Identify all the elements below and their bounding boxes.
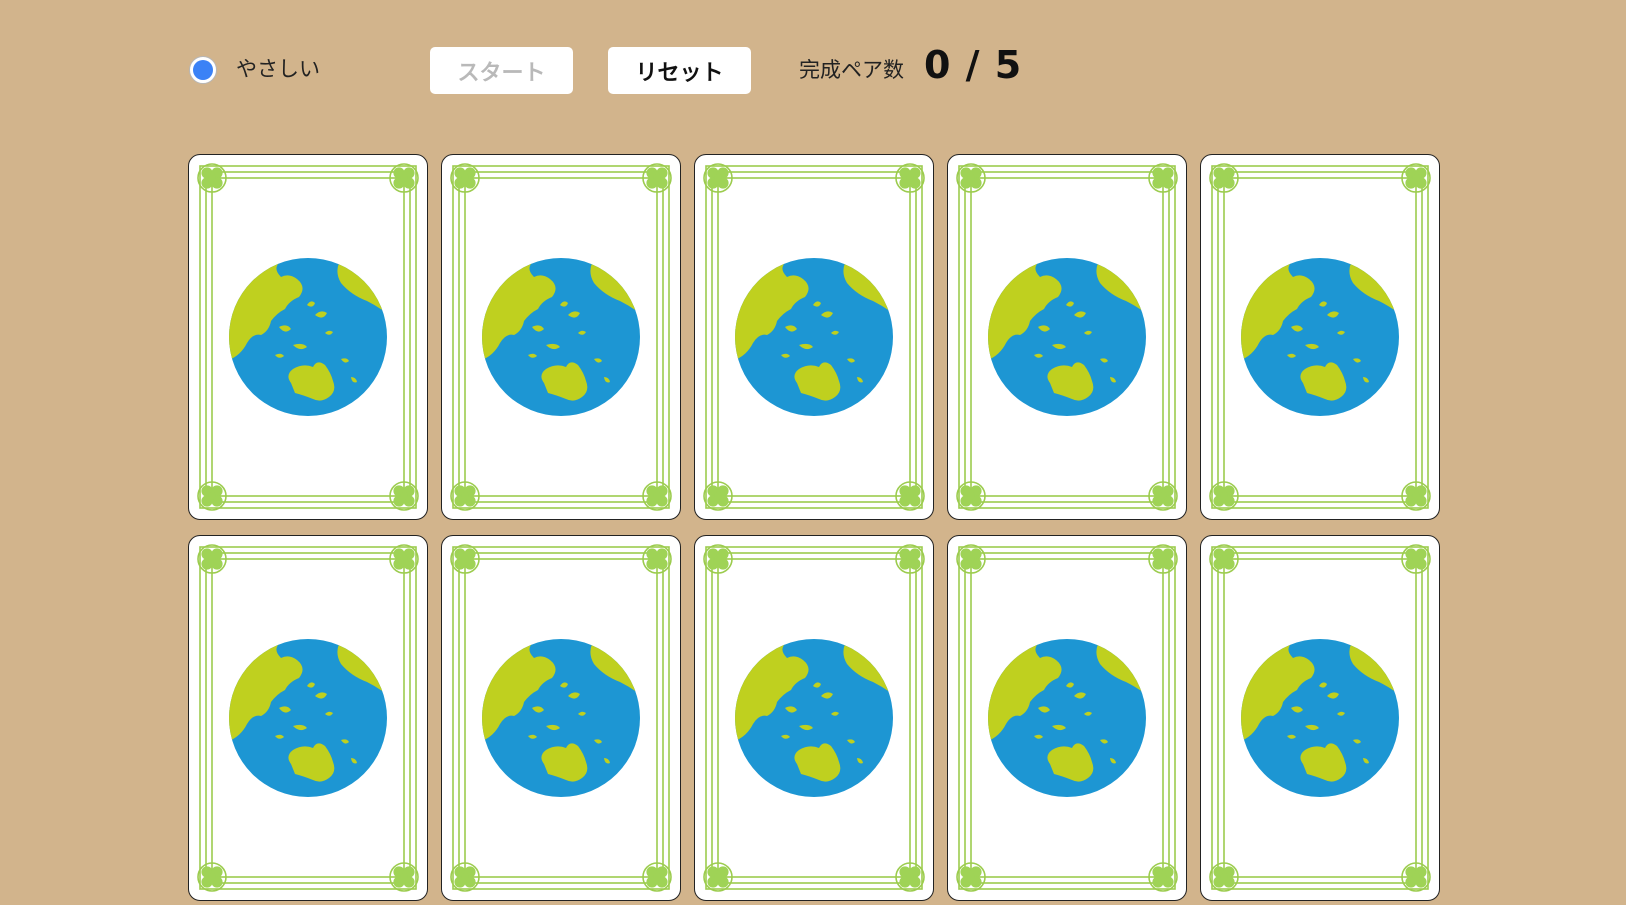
card-2-2[interactable] bbox=[441, 535, 681, 901]
clover-icon bbox=[1213, 485, 1235, 507]
control-bar: やさしい スタート リセット 完成ペア数 0 / 5 bbox=[0, 0, 1626, 130]
clover-icon bbox=[1405, 866, 1427, 888]
globe-icon bbox=[988, 258, 1146, 416]
card-board bbox=[188, 154, 1440, 905]
reset-button[interactable]: リセット bbox=[608, 47, 751, 94]
clover-icon bbox=[899, 167, 921, 189]
card-back-art bbox=[956, 544, 1178, 892]
clover-icon bbox=[646, 866, 668, 888]
card-back-art bbox=[450, 544, 672, 892]
clover-icon bbox=[1405, 485, 1427, 507]
card-1-4[interactable] bbox=[947, 154, 1187, 520]
clover-icon bbox=[454, 548, 476, 570]
card-2-1[interactable] bbox=[188, 535, 428, 901]
clover-icon bbox=[960, 866, 982, 888]
globe-icon bbox=[988, 639, 1146, 797]
clover-icon bbox=[899, 548, 921, 570]
card-2-4[interactable] bbox=[947, 535, 1187, 901]
clover-icon bbox=[707, 548, 729, 570]
clover-icon bbox=[1213, 167, 1235, 189]
clover-icon bbox=[960, 548, 982, 570]
card-back-art bbox=[703, 544, 925, 892]
clover-icon bbox=[646, 548, 668, 570]
clover-icon bbox=[454, 485, 476, 507]
globe-icon bbox=[1241, 258, 1399, 416]
start-button[interactable]: スタート bbox=[430, 47, 573, 94]
card-back-art bbox=[450, 163, 672, 511]
clover-icon bbox=[960, 485, 982, 507]
card-back-art bbox=[197, 163, 419, 511]
card-1-5[interactable] bbox=[1200, 154, 1440, 520]
difficulty-label[interactable]: やさしい bbox=[236, 55, 320, 83]
card-back-art bbox=[1209, 544, 1431, 892]
globe-icon bbox=[482, 258, 640, 416]
clover-icon bbox=[393, 167, 415, 189]
globe-icon bbox=[229, 639, 387, 797]
card-2-3[interactable] bbox=[694, 535, 934, 901]
clover-icon bbox=[707, 167, 729, 189]
clover-icon bbox=[1213, 866, 1235, 888]
clover-icon bbox=[201, 866, 223, 888]
clover-icon bbox=[899, 485, 921, 507]
globe-icon bbox=[229, 258, 387, 416]
clover-icon bbox=[1152, 167, 1174, 189]
clover-icon bbox=[454, 167, 476, 189]
pair-count-label: 完成ペア数 bbox=[799, 58, 904, 82]
clover-icon bbox=[1213, 548, 1235, 570]
card-2-5[interactable] bbox=[1200, 535, 1440, 901]
pair-count-value: 0 / 5 bbox=[924, 43, 1023, 87]
clover-icon bbox=[201, 167, 223, 189]
clover-icon bbox=[1152, 866, 1174, 888]
difficulty-radio[interactable] bbox=[189, 56, 217, 84]
clover-icon bbox=[201, 485, 223, 507]
clover-icon bbox=[393, 866, 415, 888]
clover-icon bbox=[201, 548, 223, 570]
globe-icon bbox=[735, 258, 893, 416]
clover-icon bbox=[646, 485, 668, 507]
clover-icon bbox=[899, 866, 921, 888]
clover-icon bbox=[393, 485, 415, 507]
globe-icon bbox=[1241, 639, 1399, 797]
card-back-art bbox=[197, 544, 419, 892]
globe-icon bbox=[482, 639, 640, 797]
card-back-art bbox=[956, 163, 1178, 511]
clover-icon bbox=[960, 167, 982, 189]
clover-icon bbox=[1152, 485, 1174, 507]
clover-icon bbox=[707, 485, 729, 507]
clover-icon bbox=[393, 548, 415, 570]
card-1-2[interactable] bbox=[441, 154, 681, 520]
card-1-3[interactable] bbox=[694, 154, 934, 520]
clover-icon bbox=[1152, 548, 1174, 570]
card-1-1[interactable] bbox=[188, 154, 428, 520]
card-back-art bbox=[1209, 163, 1431, 511]
clover-icon bbox=[1405, 167, 1427, 189]
radio-selected-dot bbox=[193, 60, 213, 80]
clover-icon bbox=[646, 167, 668, 189]
clover-icon bbox=[1405, 548, 1427, 570]
globe-icon bbox=[735, 639, 893, 797]
card-back-art bbox=[703, 163, 925, 511]
clover-icon bbox=[707, 866, 729, 888]
clover-icon bbox=[454, 866, 476, 888]
